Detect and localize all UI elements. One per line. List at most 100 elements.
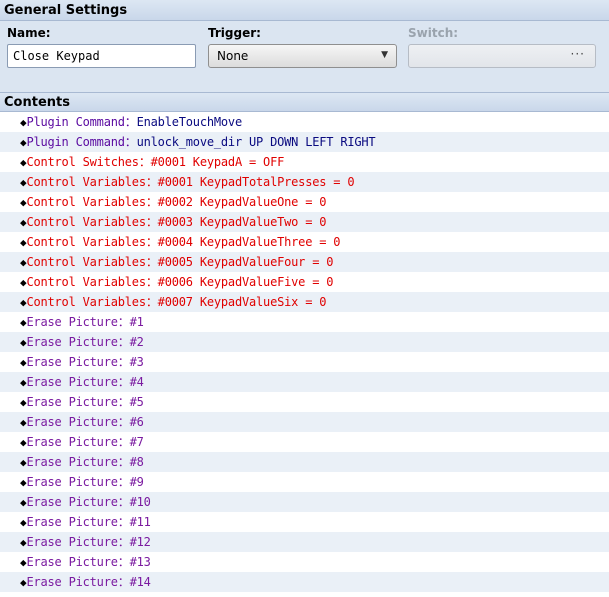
command-separator: ： <box>145 175 158 189</box>
list-item[interactable]: ◆Control Variables：#0004 KeypadValueThre… <box>0 232 609 252</box>
command-separator: ： <box>117 335 130 349</box>
command-value: #0001 KeypadTotalPresses = 0 <box>157 175 355 189</box>
command-value: #3 <box>129 355 144 369</box>
command-separator: ： <box>124 135 137 149</box>
list-item[interactable]: ◆Erase Picture：#11 <box>0 512 609 532</box>
command-name: Control Variables <box>26 195 146 209</box>
command-value: #10 <box>129 495 151 509</box>
command-value: #2 <box>129 335 144 349</box>
list-item[interactable]: ◆Erase Picture：#13 <box>0 552 609 572</box>
list-item[interactable]: ◆Control Variables：#0005 KeypadValueFour… <box>0 252 609 272</box>
command-name: Erase Picture <box>26 455 118 469</box>
list-item[interactable]: ◆Control Switches：#0001 KeypadA = OFF <box>0 152 609 172</box>
list-item[interactable]: ◆Erase Picture：#8 <box>0 452 609 472</box>
list-item[interactable]: ◆Control Variables：#0007 KeypadValueSix … <box>0 292 609 312</box>
command-value: #9 <box>129 475 144 489</box>
command-separator: ： <box>138 155 151 169</box>
command-name: Plugin Command <box>26 115 125 129</box>
command-name: Erase Picture <box>26 535 118 549</box>
list-item[interactable]: ◆Erase Picture：#9 <box>0 472 609 492</box>
command-separator: ： <box>117 435 130 449</box>
command-name: Control Switches <box>26 155 139 169</box>
command-separator: ： <box>117 535 130 549</box>
command-separator: ： <box>124 115 137 129</box>
command-separator: ： <box>117 315 130 329</box>
command-separator: ： <box>117 455 130 469</box>
name-field[interactable]: Close Keypad <box>7 44 196 68</box>
command-name: Erase Picture <box>26 395 118 409</box>
command-separator: ： <box>117 375 130 389</box>
command-value: #11 <box>129 515 151 529</box>
command-value: #12 <box>129 535 151 549</box>
command-separator: ： <box>145 215 158 229</box>
list-item[interactable]: ◆Erase Picture：#3 <box>0 352 609 372</box>
command-name: Control Variables <box>26 255 146 269</box>
trigger-select[interactable]: None ▼ <box>208 44 397 68</box>
command-separator: ： <box>117 355 130 369</box>
command-name: Control Variables <box>26 235 146 249</box>
list-item[interactable]: ◆Erase Picture：#1 <box>0 312 609 332</box>
list-item[interactable]: ◆Erase Picture：#4 <box>0 372 609 392</box>
list-item[interactable]: ◆Erase Picture：#5 <box>0 392 609 412</box>
list-item[interactable]: ◆Erase Picture：#7 <box>0 432 609 452</box>
command-name: Control Variables <box>26 175 146 189</box>
name-label: Name: <box>7 26 51 40</box>
command-value: #1 <box>129 315 144 329</box>
command-name: Erase Picture <box>26 355 118 369</box>
command-name: Erase Picture <box>26 415 118 429</box>
command-value: #0005 KeypadValueFour = 0 <box>157 255 334 269</box>
command-value: #4 <box>129 375 144 389</box>
command-name: Erase Picture <box>26 495 118 509</box>
command-value: #7 <box>129 435 144 449</box>
command-value: EnableTouchMove <box>136 115 243 129</box>
command-value: #14 <box>129 575 151 589</box>
command-separator: ： <box>117 515 130 529</box>
list-item[interactable]: ◆Erase Picture：#14 <box>0 572 609 592</box>
command-separator: ： <box>117 495 130 509</box>
command-name: Erase Picture <box>26 375 118 389</box>
event-command-list[interactable]: ◆Plugin Command：EnableTouchMove ◆Plugin C… <box>0 112 609 597</box>
general-settings-panel <box>0 72 609 92</box>
command-name: Erase Picture <box>26 575 118 589</box>
contents-header: Contents <box>0 92 609 112</box>
command-name: Control Variables <box>26 215 146 229</box>
command-separator: ： <box>117 575 130 589</box>
command-separator: ： <box>145 255 158 269</box>
command-value: #13 <box>129 555 151 569</box>
command-value: #0007 KeypadValueSix = 0 <box>157 295 327 309</box>
command-name: Erase Picture <box>26 335 118 349</box>
list-item[interactable]: ◆Erase Picture：#6 <box>0 412 609 432</box>
switch-select[interactable]: ··· <box>408 44 596 68</box>
command-name: Control Variables <box>26 275 146 289</box>
list-item[interactable]: ◆Erase Picture：#12 <box>0 532 609 552</box>
list-item[interactable]: ◆Plugin Command：unlock_move_dir UP DOWN … <box>0 132 609 152</box>
list-item[interactable]: ◆Plugin Command：EnableTouchMove <box>0 112 609 132</box>
command-value: #0002 KeypadValueOne = 0 <box>157 195 327 209</box>
command-value: #0001 KeypadA = OFF <box>150 155 285 169</box>
command-name: Plugin Command <box>26 135 125 149</box>
command-name: Erase Picture <box>26 515 118 529</box>
list-item[interactable]: ◆Erase Picture：#2 <box>0 332 609 352</box>
command-name: Erase Picture <box>26 555 118 569</box>
command-value: #5 <box>129 395 144 409</box>
list-item[interactable]: ◆Control Variables：#0001 KeypadTotalPres… <box>0 172 609 192</box>
list-item[interactable]: ◆Control Variables：#0006 KeypadValueFive… <box>0 272 609 292</box>
command-value: #8 <box>129 455 144 469</box>
command-name: Erase Picture <box>26 435 118 449</box>
list-item[interactable]: ◆Control Variables：#0002 KeypadValueOne … <box>0 192 609 212</box>
list-item[interactable]: ◆Control Variables：#0003 KeypadValueTwo … <box>0 212 609 232</box>
trigger-label: Trigger: <box>208 26 261 40</box>
ellipsis-button[interactable]: ··· <box>571 47 585 61</box>
command-separator: ： <box>145 295 158 309</box>
command-name: Erase Picture <box>26 315 118 329</box>
chevron-down-icon: ▼ <box>381 50 388 60</box>
command-separator: ： <box>117 415 130 429</box>
command-value: #0004 KeypadValueThree = 0 <box>157 235 341 249</box>
command-separator: ： <box>117 475 130 489</box>
command-separator: ： <box>117 395 130 409</box>
trigger-value: None <box>217 49 249 63</box>
command-value: unlock_move_dir UP DOWN LEFT RIGHT <box>136 135 376 149</box>
command-separator: ： <box>145 235 158 249</box>
list-item[interactable]: ◆Erase Picture：#10 <box>0 492 609 512</box>
command-value: #0006 KeypadValueFive = 0 <box>157 275 334 289</box>
